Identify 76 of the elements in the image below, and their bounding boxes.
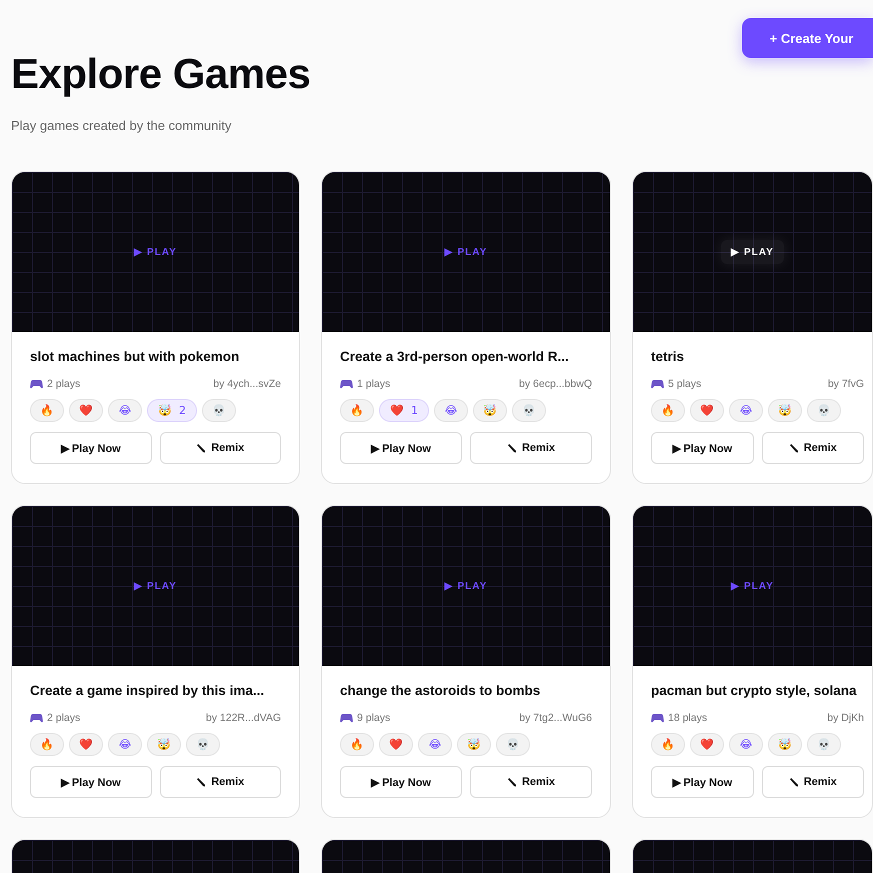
remix-button[interactable]: Remix — [762, 432, 864, 464]
reaction-chip[interactable]: 🔥 — [30, 733, 64, 756]
play-overlay-link[interactable]: ▶ PLAY — [721, 240, 784, 264]
reaction-chip[interactable]: ❤ 1 — [379, 399, 429, 422]
gamepad-icon — [340, 713, 353, 723]
pencil-icon — [506, 777, 517, 787]
reaction-chip[interactable]: 💀 — [186, 733, 220, 756]
play-overlay-link[interactable]: ▶ PLAY — [124, 240, 187, 264]
page-title: Explore Games — [11, 50, 310, 98]
remix-button[interactable]: Remix — [762, 766, 864, 798]
remix-button[interactable]: Remix — [470, 766, 592, 798]
reaction-chip[interactable]: 💀 — [807, 733, 841, 756]
reaction-chip[interactable]: 😂 — [108, 399, 142, 422]
author-label: by 7tg2...WuG6 — [519, 712, 592, 724]
play-count: 18 plays — [668, 712, 708, 724]
play-now-button[interactable]: ▶ Play Now — [340, 766, 462, 798]
remix-button[interactable]: Remix — [160, 432, 281, 464]
reaction-chip[interactable]: 😂 — [434, 399, 468, 422]
remix-button[interactable]: Remix — [160, 766, 281, 798]
reaction-chip[interactable]: ❤ — [69, 399, 103, 422]
game-title: Create a 3rd-person open-world R... — [340, 349, 570, 365]
author-label: by DjKh — [827, 712, 864, 724]
play-count: 2 plays — [47, 378, 80, 390]
play-now-button[interactable]: ▶ Play Now — [30, 432, 152, 464]
game-title: change the astoroids to bombs — [340, 683, 542, 699]
play-now-button[interactable]: ▶ Play Now — [651, 766, 754, 798]
reaction-chip[interactable]: ❤ — [379, 733, 413, 756]
play-overlay-link[interactable]: ▶ PLAY — [434, 574, 498, 598]
play-now-button[interactable]: ▶ Play Now — [340, 432, 462, 464]
reaction-chip[interactable]: 😂 — [729, 733, 763, 756]
gamepad-icon — [340, 379, 353, 389]
play-now-button[interactable]: ▶ Play Now — [651, 432, 754, 464]
play-count: 5 plays — [668, 378, 702, 390]
create-game-button[interactable]: + Create Your — [742, 18, 873, 58]
reaction-chip[interactable]: 💀 — [512, 399, 546, 422]
gamepad-icon — [30, 379, 43, 389]
reaction-chip[interactable]: 🔥 — [651, 733, 685, 756]
pencil-icon — [788, 443, 799, 453]
remix-button[interactable]: Remix — [470, 432, 592, 464]
reaction-chip[interactable]: 💀 — [496, 733, 530, 756]
play-overlay-link[interactable]: ▶ PLAY — [124, 574, 187, 598]
game-title: slot machines but with pokemon — [30, 349, 240, 365]
reaction-chip[interactable]: 💀 — [807, 399, 841, 422]
author-label: by 6ecp...bbwQ — [519, 378, 592, 390]
gamepad-icon — [651, 713, 664, 723]
play-count: 9 plays — [357, 712, 390, 724]
reaction-chip[interactable]: 🔥 — [651, 399, 685, 422]
gamepad-icon — [651, 379, 664, 389]
game-title: pacman but crypto style, solana — [651, 683, 858, 699]
play-overlay-link[interactable]: ▶ PLAY — [721, 574, 784, 598]
reaction-chip[interactable]: 🤯 2 — [147, 399, 197, 422]
page-subtitle: Play games created by the community — [11, 118, 232, 133]
play-count: 1 plays — [357, 378, 390, 390]
pencil-icon — [196, 443, 206, 453]
gamepad-icon — [30, 713, 43, 723]
reaction-chip[interactable]: ❤ — [690, 733, 724, 756]
game-title: tetris — [651, 349, 686, 365]
reaction-chip[interactable]: 🔥 — [30, 399, 64, 422]
reaction-chip[interactable]: 💀 — [202, 399, 236, 422]
reaction-chip[interactable]: ❤ — [690, 399, 724, 422]
reaction-chip[interactable]: 😂 — [418, 733, 452, 756]
author-label: by 7fvG — [828, 378, 864, 390]
reaction-chip[interactable]: 😂 — [108, 733, 142, 756]
pencil-icon — [506, 443, 517, 453]
pencil-icon — [196, 777, 206, 787]
pencil-icon — [788, 777, 799, 787]
reaction-chip[interactable]: 😂 — [729, 399, 763, 422]
reaction-chip[interactable]: ❤ — [69, 733, 103, 756]
game-title: Create a game inspired by this ima... — [30, 683, 266, 699]
play-overlay-link[interactable]: ▶ PLAY — [434, 240, 498, 264]
reaction-chip[interactable]: 🔥 — [340, 399, 374, 422]
play-now-button[interactable]: ▶ Play Now — [30, 766, 152, 798]
play-count: 2 plays — [47, 712, 80, 724]
reaction-chip[interactable]: 🔥 — [340, 733, 374, 756]
author-label: by 122R...dVAG — [206, 712, 281, 724]
author-label: by 4ych...svZe — [213, 378, 281, 390]
